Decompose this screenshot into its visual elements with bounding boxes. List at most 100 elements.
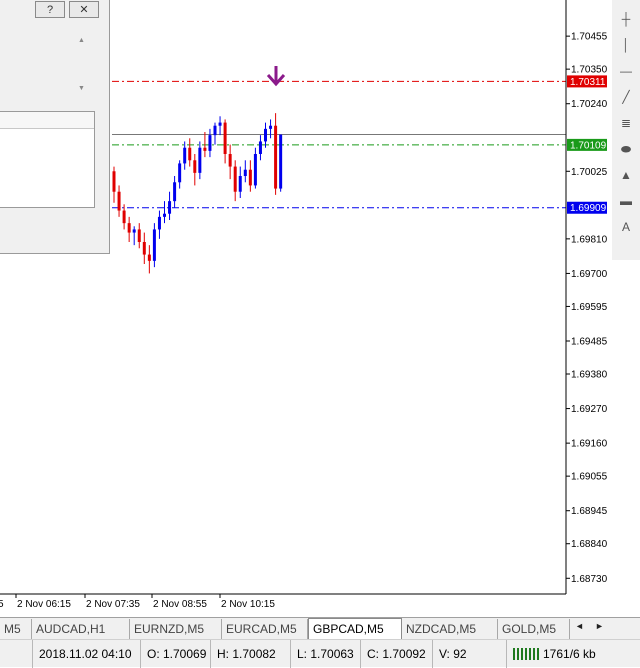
candle-body (203, 147, 207, 151)
vertical-line-icon[interactable]: │ (612, 34, 640, 56)
chart-tab[interactable]: NZDCAD,M5 (402, 619, 498, 639)
trendline-icon[interactable]: ╱ (612, 86, 640, 108)
price-tick-label: 1.68730 (571, 574, 608, 585)
price-tag-label: 1.70311 (570, 77, 606, 88)
price-tick-label: 1.70025 (571, 167, 608, 178)
status-traffic[interactable]: 1761/6 kb (506, 640, 640, 668)
price-tags: 1.70311 1.70109 1.69909 (567, 75, 607, 214)
triangle-icon[interactable]: ▲ (612, 164, 640, 186)
price-tick-label: 1.69700 (571, 269, 608, 280)
candle-body (147, 254, 151, 261)
candle-body (198, 147, 202, 173)
chart-tabs: GOLD,M5 NZDCAD,M5 GBPCAD,M5 EURCAD,M5 EURNZD… (0, 617, 640, 639)
horizontal-line-icon[interactable]: — (612, 60, 640, 82)
price-tick-label: 1.69595 (571, 302, 608, 313)
price-tick-label: 1.69270 (571, 404, 608, 415)
price-tick-label: 1.69380 (571, 370, 608, 381)
price-tick-label: 1.69810 (571, 234, 608, 245)
candle-body (274, 125, 278, 189)
chart-tab[interactable]: EURCAD,M5 (222, 619, 308, 639)
status-volume: V: 92 (432, 640, 506, 668)
dialog-scrollbar[interactable]: ▲ ▼ (75, 37, 89, 97)
dialog-list-panel[interactable] (0, 111, 95, 208)
candle-body (188, 147, 192, 161)
traffic-bars-icon (513, 648, 539, 660)
candle-body (142, 242, 146, 255)
status-bar: 2018.11.02 04:10 O: 1.70069 H: 1.70082 L… (0, 639, 640, 668)
text-icon[interactable]: A (612, 216, 640, 238)
price-tick-label: 1.69160 (571, 439, 608, 450)
candle-body (213, 125, 217, 136)
candle-body (193, 160, 197, 173)
candle-body (243, 169, 247, 176)
candle-body (258, 141, 262, 154)
price-tag-label: 1.70109 (570, 140, 607, 151)
candle-body (152, 229, 156, 261)
chart-tab[interactable]: GBPCAD,M5 (308, 618, 402, 639)
dialog-list-header (0, 112, 94, 129)
scroll-down-icon[interactable]: ▼ (78, 85, 85, 92)
price-tag-label: 1.69909 (570, 203, 607, 214)
chart-tab[interactable]: EURNZD,M5 (130, 619, 222, 639)
time-tick-label: 2 Nov 10:15 (221, 599, 275, 610)
candle-body (137, 229, 141, 242)
help-button[interactable]: ? (35, 1, 65, 18)
price-axis: 1.70455 1.70350 1.70240 1.70025 1.69810 1.697… (566, 32, 608, 585)
candle-body (269, 125, 273, 129)
candle-body (253, 154, 257, 186)
scroll-up-icon[interactable]: ▲ (78, 37, 85, 44)
time-tick-label: 5 (0, 599, 4, 610)
candle-body (178, 163, 182, 183)
price-tick-label: 1.70350 (571, 65, 608, 76)
candle-body (112, 171, 116, 192)
candle-body (223, 122, 227, 154)
candle-body (163, 213, 166, 217)
candle-body (264, 128, 267, 142)
status-high: H: 1.70082 (210, 640, 290, 668)
chart-tab[interactable]: GOLD,M5 (498, 619, 570, 639)
candle-body (183, 147, 187, 164)
candlestick-series (112, 113, 283, 274)
candle-body (122, 210, 126, 224)
status-close: C: 1.70092 (360, 640, 432, 668)
time-tick-label: 2 Nov 08:55 (153, 599, 207, 610)
candle-body (248, 169, 252, 186)
status-traffic-text: 1761/6 kb (543, 647, 596, 661)
candle-body (218, 122, 222, 126)
candle-body (127, 223, 131, 233)
price-tick-label: 1.70240 (571, 99, 608, 110)
tab-scroll-left-icon[interactable]: ◄ (575, 621, 584, 631)
candle-body (228, 154, 232, 167)
dialog-window[interactable]: ? ✕ ▲ ▼ (0, 0, 110, 254)
fibonacci-icon[interactable]: ≣ (612, 112, 640, 134)
time-axis: 5 2 Nov 06:15 2 Nov 07:35 2 Nov 08:55 2 Nov … (0, 594, 275, 610)
chart-tab[interactable]: M5 (0, 619, 32, 639)
price-tick-label: 1.70455 (571, 32, 608, 43)
status-datetime: 2018.11.02 04:10 (32, 640, 140, 668)
rectangle-icon[interactable]: ▬ (612, 190, 640, 212)
time-tick-label: 2 Nov 06:15 (17, 599, 71, 610)
ellipse-icon[interactable]: ⬬ (612, 138, 640, 160)
price-tick-label: 1.69055 (571, 472, 608, 483)
drawing-toolbar: ┼ │ — ╱ ≣ ⬬ ▲ ▬ A (612, 0, 640, 260)
candle-body (117, 191, 121, 211)
time-tick-label: 2 Nov 07:35 (86, 599, 140, 610)
candle-body (233, 166, 237, 192)
candle-body (168, 201, 172, 214)
chart-tab[interactable]: AUDCAD,H1 (32, 619, 130, 639)
candle-body (173, 182, 177, 202)
price-tick-label: 1.68840 (571, 539, 608, 550)
crosshair-icon[interactable]: ┼ (612, 8, 640, 30)
price-tick-label: 1.68945 (571, 506, 608, 517)
price-tick-label: 1.69485 (571, 337, 608, 348)
candle-body (279, 134, 283, 189)
tab-scroll-right-icon[interactable]: ► (595, 621, 604, 631)
candle-body (208, 135, 212, 151)
candle-body (157, 216, 161, 230)
candle-body (238, 176, 242, 192)
status-low: L: 1.70063 (290, 640, 360, 668)
status-open: O: 1.70069 (140, 640, 210, 668)
candle-body (132, 229, 136, 233)
close-button[interactable]: ✕ (69, 1, 99, 18)
chart-level-lines (112, 80, 566, 209)
